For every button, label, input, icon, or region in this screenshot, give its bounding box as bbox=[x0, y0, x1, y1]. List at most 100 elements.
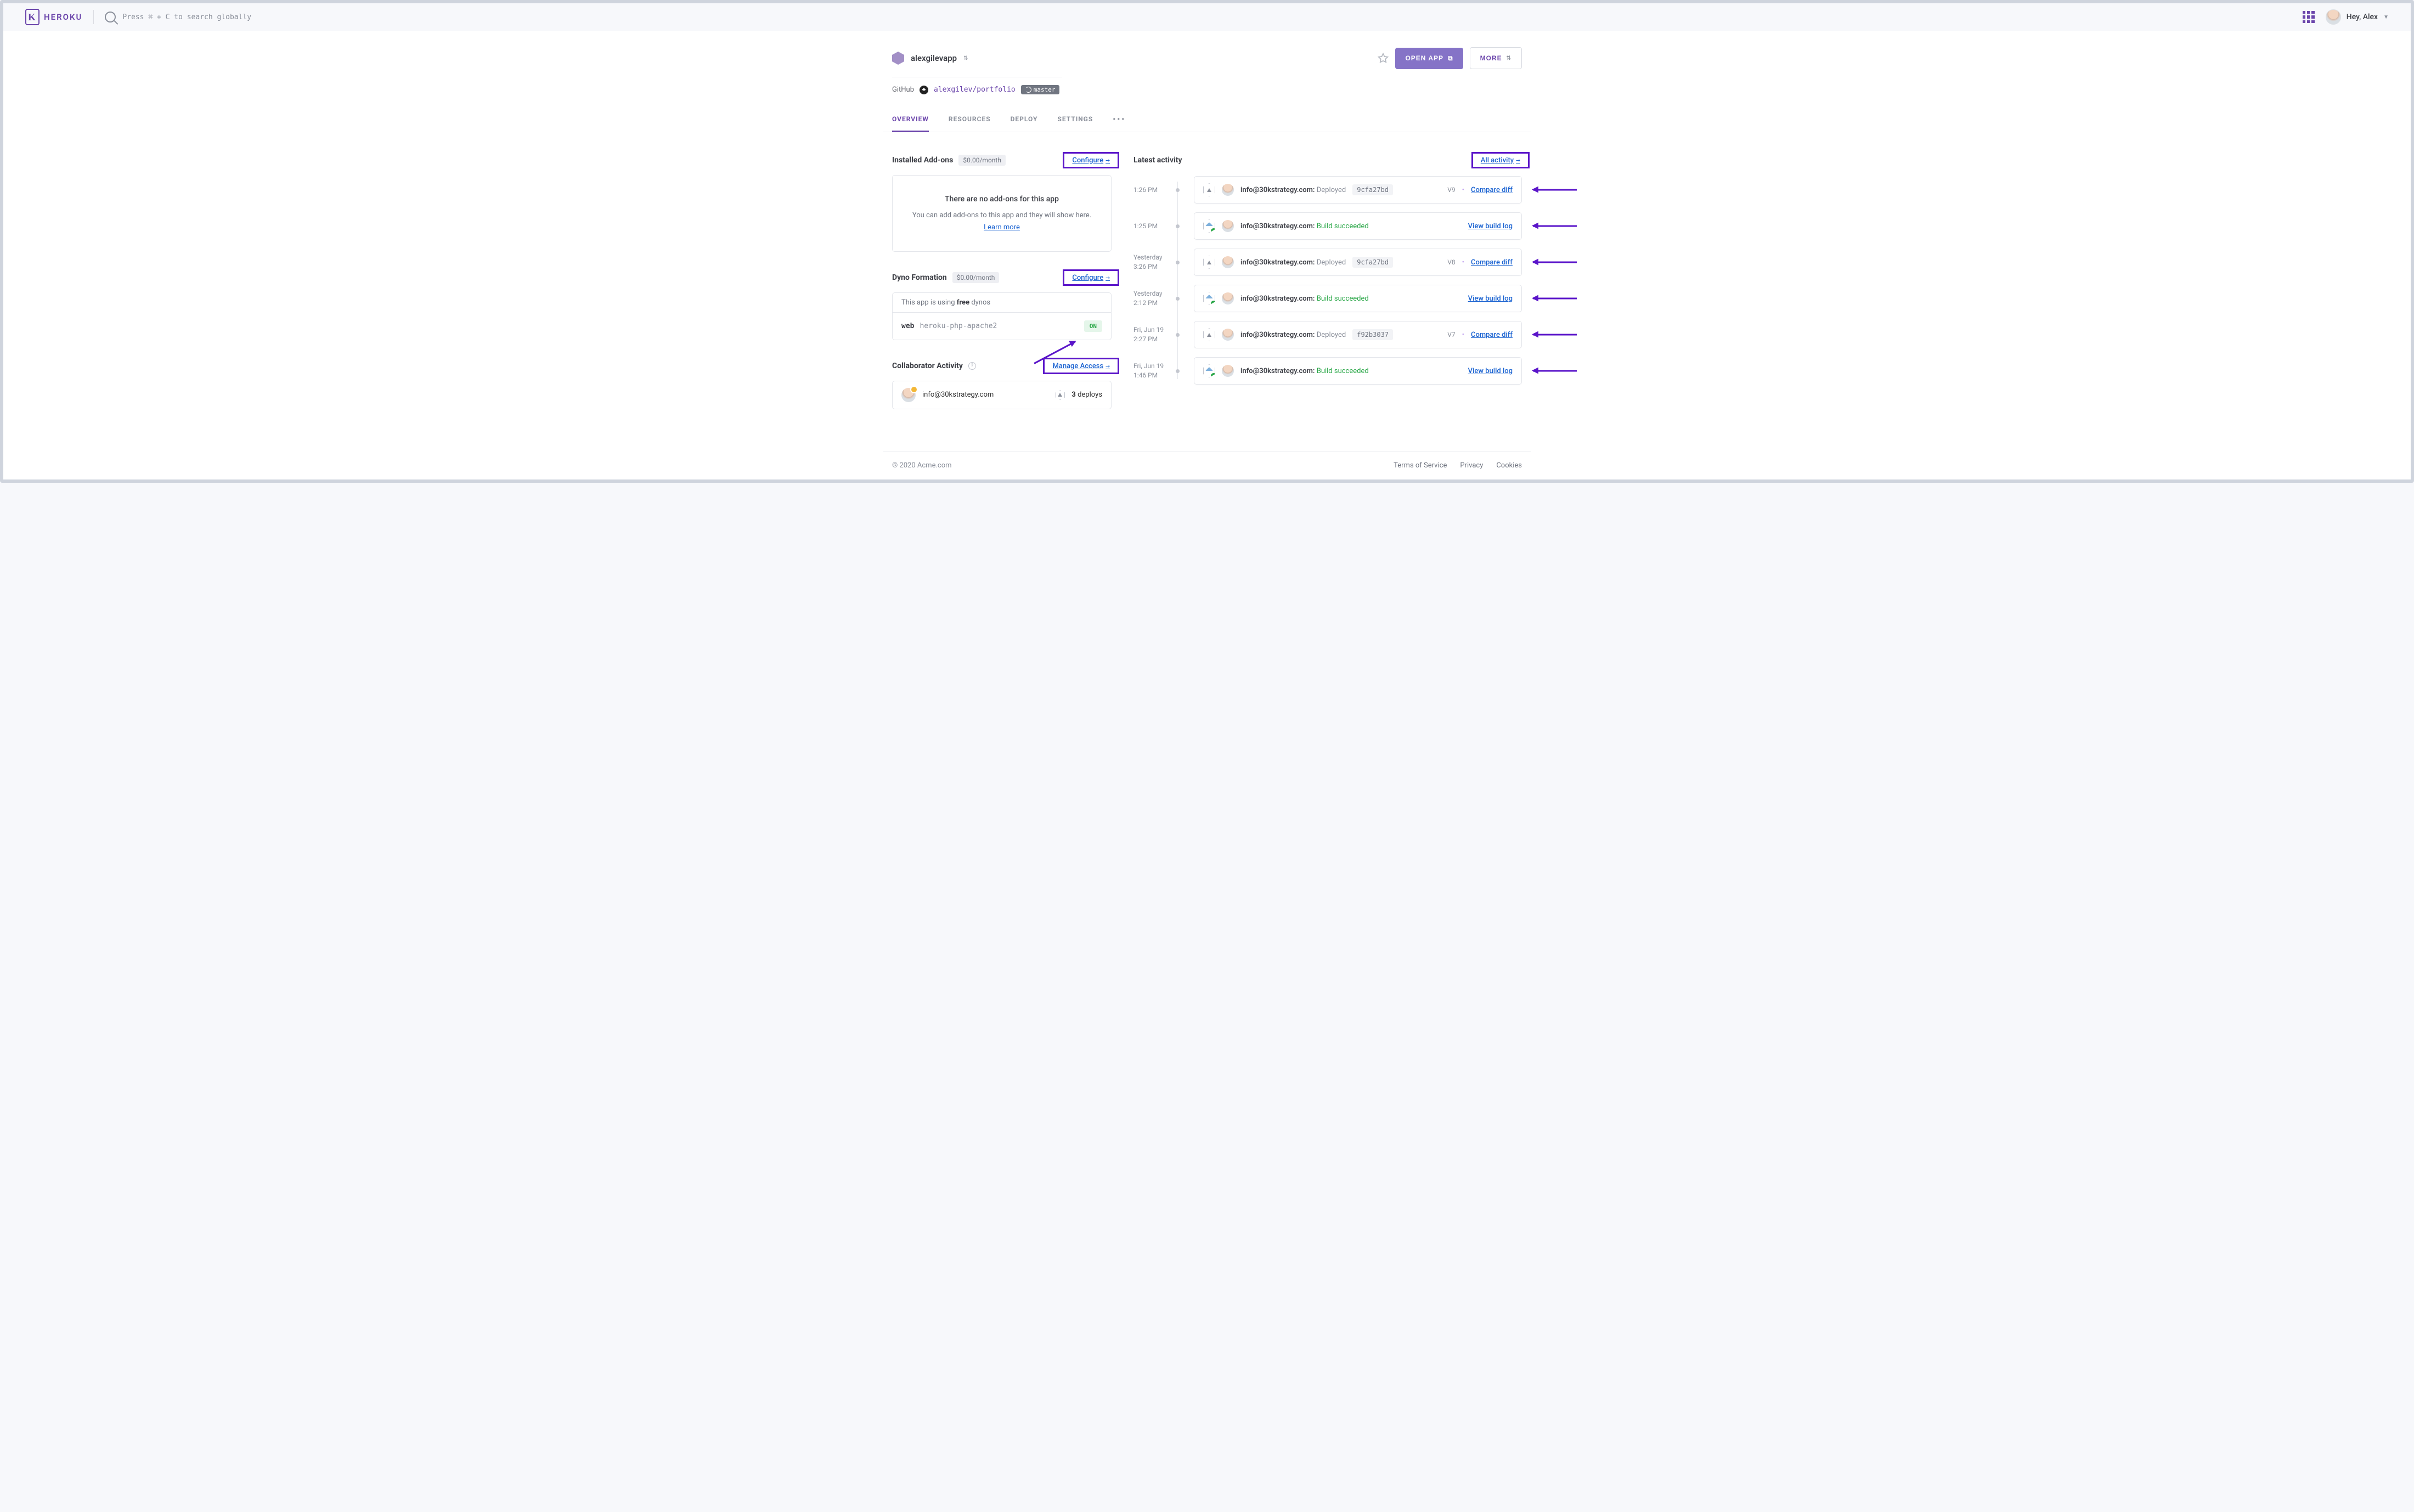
tab-more[interactable]: ••• bbox=[1113, 110, 1126, 132]
tab-resources[interactable]: RESOURCES bbox=[949, 110, 991, 132]
annotation-box: All activity → bbox=[1471, 152, 1530, 168]
divider bbox=[93, 10, 94, 24]
deploy-icon bbox=[1203, 256, 1215, 269]
activity-row: 1:25 PM ✓ info@30kstrategy.com: Build succ… bbox=[1133, 212, 1522, 240]
collab-title: Collaborator Activity bbox=[892, 362, 963, 370]
brand-text: HEROKU bbox=[44, 12, 82, 22]
apps-grid-icon[interactable] bbox=[2303, 11, 2315, 23]
collaborator-section: Collaborator Activity ? Manage Access → … bbox=[892, 360, 1112, 409]
actor-avatar bbox=[1222, 256, 1234, 268]
timeline-dot bbox=[1176, 261, 1180, 264]
version-label: V9 bbox=[1447, 186, 1455, 194]
open-app-button[interactable]: OPEN APP ⧉ bbox=[1395, 48, 1463, 69]
repo-row: GitHub ♣ alexgilev/portfolio master bbox=[892, 77, 1062, 97]
star-icon[interactable] bbox=[1378, 53, 1389, 64]
build-icon: ✓ bbox=[1203, 292, 1215, 305]
more-button[interactable]: MORE ⇅ bbox=[1470, 47, 1522, 69]
dyno-command: heroku-php-apache2 bbox=[920, 322, 997, 330]
addons-title: Installed Add-ons bbox=[892, 156, 953, 165]
addons-section: Installed Add-ons $0.00/month Configure … bbox=[892, 154, 1112, 252]
timeline-dot bbox=[1176, 333, 1180, 337]
app-switcher-icon[interactable]: ⇅ bbox=[963, 55, 968, 61]
github-icon: ♣ bbox=[920, 86, 928, 94]
more-label: MORE bbox=[1480, 54, 1502, 62]
commit-hash: 9cfa27bd bbox=[1352, 257, 1393, 268]
branch-badge[interactable]: master bbox=[1021, 85, 1060, 94]
activity-text: info@30kstrategy.com: Deployed bbox=[1240, 186, 1346, 194]
user-greeting: Hey, Alex bbox=[2347, 13, 2378, 21]
dyno-title: Dyno Formation bbox=[892, 273, 947, 282]
user-menu[interactable]: Hey, Alex ▼ bbox=[2326, 9, 2389, 25]
activity-time: Fri, Jun 19 1:46 PM bbox=[1133, 362, 1172, 380]
addons-empty-sub: You can add add-ons to this app and they… bbox=[912, 211, 1091, 219]
compare-diff-link[interactable]: Compare diff bbox=[1471, 331, 1513, 339]
activity-row: Yesterday 3:26 PMinfo@30kstrategy.com: D… bbox=[1133, 249, 1522, 276]
activity-text: info@30kstrategy.com: Build succeeded bbox=[1240, 222, 1369, 230]
annotation-arrow bbox=[1533, 225, 1577, 227]
footer-tos[interactable]: Terms of Service bbox=[1394, 461, 1447, 470]
footer-privacy[interactable]: Privacy bbox=[1460, 461, 1483, 470]
actor-avatar bbox=[1222, 292, 1234, 304]
tab-deploy[interactable]: DEPLOY bbox=[1011, 110, 1038, 132]
manage-access-link[interactable]: Manage Access → bbox=[1052, 362, 1110, 370]
configure-dyno-link[interactable]: Configure → bbox=[1072, 274, 1110, 282]
dyno-row: web heroku-php-apache2 ON bbox=[893, 313, 1111, 340]
collab-card: info@30kstrategy.com 3 deploys bbox=[892, 381, 1112, 409]
dyno-status-badge: ON bbox=[1084, 320, 1102, 332]
tabs: OVERVIEW RESOURCES DEPLOY SETTINGS ••• bbox=[883, 110, 1531, 132]
latest-activity-title: Latest activity bbox=[1133, 156, 1182, 165]
activity-card: info@30kstrategy.com: Deployed9cfa27bdV8… bbox=[1194, 249, 1522, 276]
view-build-log-link[interactable]: View build log bbox=[1468, 222, 1513, 230]
heroku-logo-icon: K bbox=[25, 9, 40, 25]
help-icon[interactable]: ? bbox=[968, 362, 976, 370]
learn-more-link[interactable]: Learn more bbox=[984, 223, 1020, 232]
arrow-right-icon: → bbox=[1106, 362, 1110, 370]
deploy-count: 3 deploys bbox=[1071, 391, 1102, 399]
deploy-icon bbox=[1055, 390, 1065, 400]
timeline-dot bbox=[1176, 224, 1180, 228]
build-icon: ✓ bbox=[1203, 219, 1215, 233]
version-label: V8 bbox=[1447, 258, 1455, 266]
user-avatar bbox=[2326, 9, 2341, 25]
chevron-down-icon: ▼ bbox=[2383, 14, 2389, 20]
view-build-log-link[interactable]: View build log bbox=[1468, 295, 1513, 303]
external-link-icon: ⧉ bbox=[1448, 54, 1453, 63]
annotation-box: Configure → bbox=[1063, 269, 1119, 286]
timeline-dot bbox=[1176, 188, 1180, 192]
activity-time: Yesterday 2:12 PM bbox=[1133, 289, 1172, 308]
actor-avatar bbox=[1222, 184, 1234, 196]
commit-hash: 9cfa27bd bbox=[1352, 184, 1393, 195]
activity-card: ✓ info@30kstrategy.com: Build succeeded Vi… bbox=[1194, 212, 1522, 240]
dyno-usage-text: This app is using free dynos bbox=[893, 293, 1111, 313]
annotation-arrow bbox=[1533, 334, 1577, 336]
repo-link[interactable]: alexgilev/portfolio bbox=[934, 86, 1016, 94]
updown-icon: ⇅ bbox=[1507, 55, 1511, 61]
activity-row: 1:26 PM info@30kstrategy.com: Deployed 9cf… bbox=[1133, 176, 1522, 204]
app-name: alexgilevapp bbox=[911, 53, 957, 63]
all-activity-link[interactable]: All activity → bbox=[1481, 156, 1520, 165]
tab-overview[interactable]: OVERVIEW bbox=[892, 110, 929, 132]
footer-cookies[interactable]: Cookies bbox=[1496, 461, 1522, 470]
view-build-log-link[interactable]: View build log bbox=[1468, 367, 1513, 375]
configure-addons-link[interactable]: Configure → bbox=[1072, 156, 1110, 165]
actor-avatar bbox=[1222, 365, 1234, 377]
activity-text: info@30kstrategy.com: Build succeeded bbox=[1240, 367, 1369, 375]
addons-empty-card: There are no add-ons for this app You ca… bbox=[892, 175, 1112, 252]
activity-time: 1:26 PM bbox=[1133, 185, 1172, 195]
collaborator-email: info@30kstrategy.com bbox=[922, 391, 994, 399]
build-icon: ✓ bbox=[1203, 364, 1215, 377]
annotation-arrow bbox=[1533, 262, 1577, 263]
annotation-box: Manage Access → bbox=[1043, 358, 1119, 374]
tab-settings[interactable]: SETTINGS bbox=[1057, 110, 1093, 132]
footer: © 2020 Acme.com Terms of Service Privacy… bbox=[883, 451, 1531, 479]
compare-diff-link[interactable]: Compare diff bbox=[1471, 258, 1513, 267]
activity-time: 1:25 PM bbox=[1133, 222, 1172, 231]
deploy-icon bbox=[1203, 328, 1215, 341]
copyright: © 2020 Acme.com bbox=[892, 461, 952, 470]
compare-diff-link[interactable]: Compare diff bbox=[1471, 186, 1513, 194]
activity-card: ✓info@30kstrategy.com: Build succeededVi… bbox=[1194, 285, 1522, 312]
addons-empty-title: There are no add-ons for this app bbox=[904, 193, 1100, 206]
logo[interactable]: K HEROKU bbox=[25, 9, 82, 25]
global-search[interactable]: Press ⌘ + C to search globally bbox=[105, 12, 2291, 22]
refresh-icon bbox=[1025, 87, 1031, 93]
